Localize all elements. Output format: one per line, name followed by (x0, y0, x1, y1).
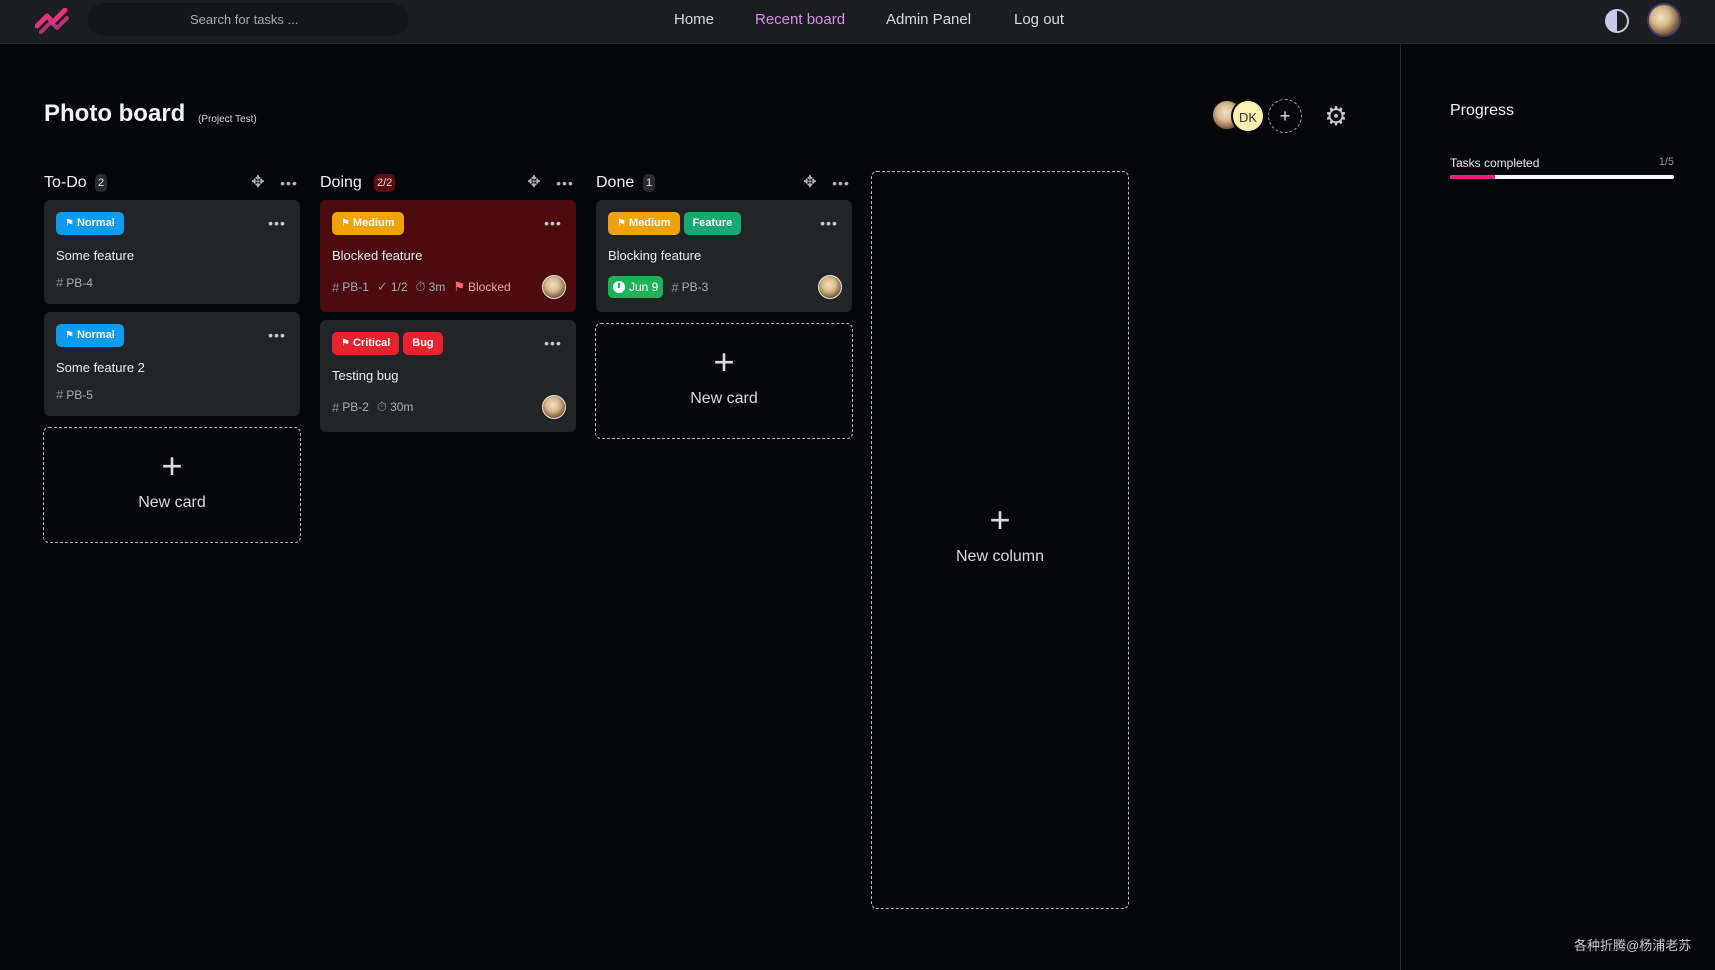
flag-icon: ⚑ (341, 338, 350, 349)
card-id: PB-4 (66, 275, 93, 290)
column-more-icon[interactable]: ••• (280, 174, 298, 192)
theme-toggle-icon[interactable] (1605, 9, 1629, 33)
card-title: Blocked feature (332, 248, 423, 263)
card-title: Some feature 2 (56, 360, 145, 375)
assignee-avatar[interactable] (818, 275, 842, 299)
column-count-done: 1 (643, 174, 656, 192)
priority-tag: ⚑ Medium (332, 212, 404, 235)
app-logo[interactable] (35, 8, 69, 34)
new-card-button[interactable]: + New card (595, 323, 853, 439)
priority-tag: ⚑ Critical (332, 332, 400, 355)
blocked-status: Blocked (467, 280, 511, 294)
column-title-done: Done (596, 174, 635, 191)
time-spent: 30m (390, 400, 414, 414)
nav-recent-board[interactable]: Recent board (755, 0, 845, 40)
priority-tag: ⚑ Medium (608, 212, 680, 235)
column-more-icon[interactable]: ••• (556, 174, 574, 192)
user-avatar[interactable] (1647, 3, 1681, 37)
board-title: Photo board (44, 100, 186, 127)
card-meta: # PB-2 ⏱ 30m (332, 399, 413, 415)
task-card[interactable]: ⚑ Medium ••• Blocked feature # PB-1 ✓ 1/2 ⏱… (320, 200, 576, 312)
plus-icon: + (161, 445, 183, 486)
card-more-icon[interactable]: ••• (820, 214, 838, 232)
board-project-name: (Project Test) (198, 114, 257, 125)
card-meta: # PB-1 ✓ 1/2 ⏱ 3m ⚑ Blocked (332, 279, 511, 295)
progress-bar-fill (1450, 175, 1495, 179)
priority-tag: ⚑ Normal (56, 324, 124, 347)
plus-icon: + (989, 499, 1011, 540)
checkmark-icon: ✓ (376, 279, 388, 294)
column-count-doing: 2/2 (374, 174, 396, 192)
task-card[interactable]: ⚑ Medium Feature ••• Blocking feature Jun… (596, 200, 852, 312)
new-column-button[interactable]: + New column (871, 171, 1129, 909)
progress-count: 1/5 (1658, 156, 1674, 168)
card-title: Testing bug (332, 368, 399, 383)
card-more-icon[interactable]: ••• (268, 214, 286, 232)
flag-icon: ⚑ (341, 218, 350, 229)
flag-icon: ⚑ (65, 330, 74, 341)
priority-tag: ⚑ Normal (56, 212, 124, 235)
member-avatar-initials[interactable]: DK (1231, 99, 1265, 133)
card-more-icon[interactable]: ••• (544, 334, 562, 352)
progress-label: Tasks completed (1450, 156, 1540, 170)
time-spent: 3m (428, 280, 446, 294)
column-more-icon[interactable]: ••• (832, 174, 850, 192)
new-column-label: New column (955, 548, 1045, 565)
stopwatch-icon: ⏱ (415, 279, 426, 294)
gear-icon[interactable]: ⚙ (1322, 102, 1350, 130)
progress-bar (1450, 175, 1674, 179)
card-meta: # PB-5 (56, 387, 93, 402)
column-title-doing: Doing (320, 174, 362, 191)
progress-title: Progress (1450, 102, 1515, 119)
clock-icon (613, 281, 625, 293)
checklist-progress: 1/2 (390, 280, 408, 294)
flag-icon: ⚑ (65, 218, 74, 229)
move-icon[interactable]: ✥ (801, 174, 819, 192)
new-card-label: New card (138, 494, 206, 511)
card-more-icon[interactable]: ••• (268, 326, 286, 344)
label-tag: Feature (683, 212, 742, 235)
nav-log-out[interactable]: Log out (1014, 0, 1064, 40)
move-icon[interactable]: ✥ (525, 174, 543, 192)
nav-admin-panel[interactable]: Admin Panel (886, 0, 971, 40)
sidebar-divider (1400, 44, 1401, 970)
stopwatch-icon: ⏱ (376, 399, 388, 414)
move-icon[interactable]: ✥ (249, 174, 267, 192)
label-tag: Bug (403, 332, 443, 355)
card-more-icon[interactable]: ••• (544, 214, 562, 232)
hash-icon: # (671, 279, 679, 295)
column-count-todo: 2 (95, 174, 108, 192)
hash-icon: # (56, 387, 64, 402)
task-card[interactable]: ⚑ Normal ••• Some feature # PB-4 (44, 200, 300, 304)
due-date-badge: Jun 9 (608, 276, 664, 298)
card-meta: # PB-4 (56, 275, 93, 290)
flag-icon: ⚑ (617, 218, 626, 229)
flag-icon: ⚑ (453, 279, 465, 294)
add-member-button[interactable]: + (1268, 99, 1302, 133)
watermark: 各种折腾@杨浦老苏 (1574, 938, 1692, 953)
card-id: PB-2 (342, 400, 369, 414)
hash-icon: # (332, 279, 340, 295)
card-meta: Jun 9 # PB-3 (608, 276, 708, 298)
card-id: PB-5 (66, 387, 93, 402)
top-bar: Search for tasks ... Home Recent board A… (0, 0, 1715, 44)
search-input[interactable]: Search for tasks ... (88, 3, 408, 36)
task-card[interactable]: ⚑ Critical Bug ••• Testing bug # PB-2 ⏱ 30m (320, 320, 576, 432)
assignee-avatar[interactable] (542, 395, 566, 419)
card-title: Blocking feature (608, 248, 702, 263)
card-id: PB-1 (342, 280, 369, 294)
assignee-avatar[interactable] (542, 275, 566, 299)
new-card-button[interactable]: + New card (43, 427, 301, 543)
task-card[interactable]: ⚑ Normal ••• Some feature 2 # PB-5 (44, 312, 300, 416)
column-title-todo: To-Do (44, 174, 87, 191)
hash-icon: # (56, 275, 64, 290)
plus-icon: + (713, 341, 735, 382)
card-title: Some feature (56, 248, 135, 263)
card-id: PB-3 (681, 280, 709, 294)
new-card-label: New card (690, 390, 758, 407)
hash-icon: # (332, 399, 340, 415)
nav-home[interactable]: Home (674, 0, 714, 40)
